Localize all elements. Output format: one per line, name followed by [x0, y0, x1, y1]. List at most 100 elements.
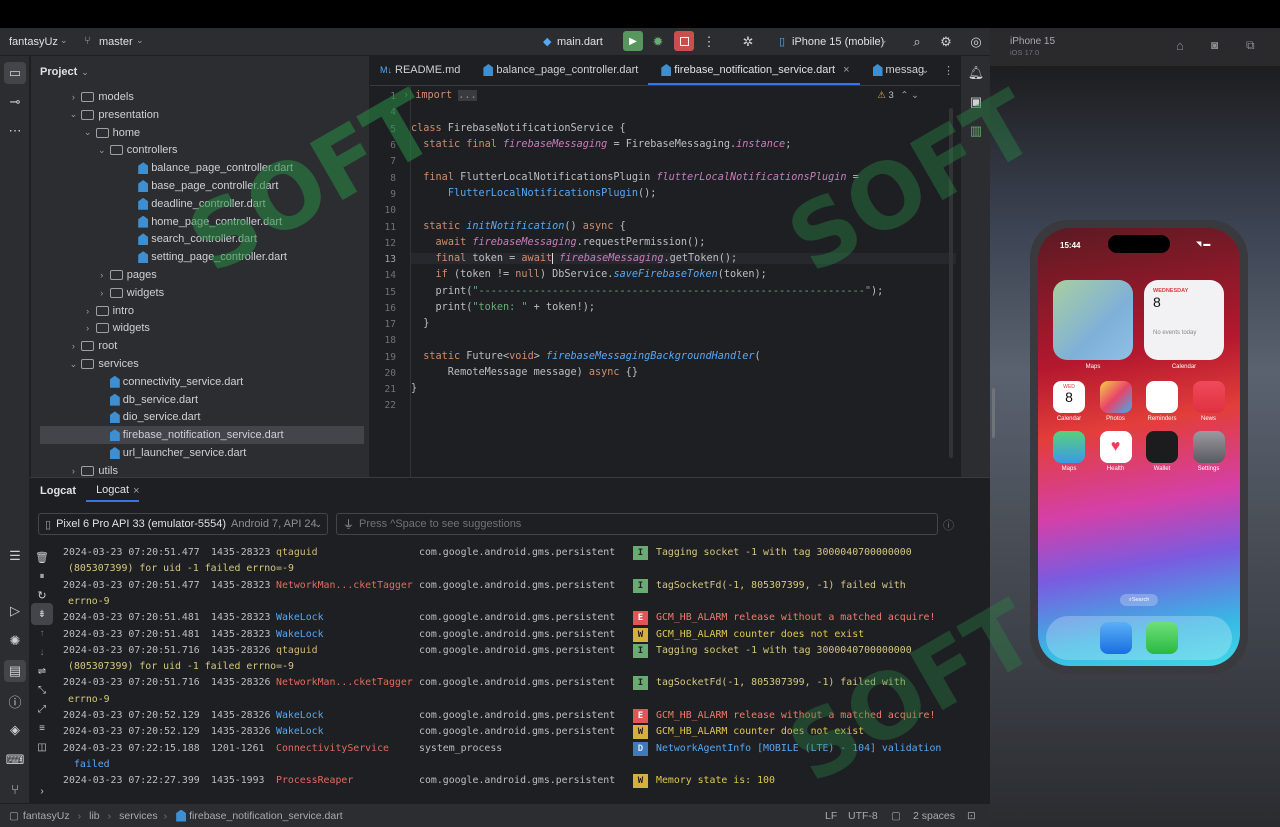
tree-file[interactable]: home_page_controller.dart [31, 213, 282, 231]
tree-file[interactable]: firebase_notification_service.dart [40, 426, 364, 445]
resize-handle[interactable] [992, 388, 995, 438]
tree-folder[interactable]: ⌄ home [31, 124, 140, 142]
tab-logcat[interactable]: Logcat [86, 484, 140, 502]
project-panel-header[interactable]: Project ⌄ [31, 56, 369, 88]
split-icon[interactable]: ◫ [31, 736, 53, 758]
more-tools-icon[interactable]: ⋯ [4, 120, 26, 142]
news-app-icon[interactable] [1192, 381, 1225, 413]
tree-folder[interactable]: › widgets [31, 284, 164, 302]
breadcrumb-services[interactable]: services [119, 810, 158, 822]
logcat-filter-input[interactable]: ⏚ Press ^Space to see suggestions [336, 513, 938, 535]
maps-widget[interactable] [1053, 280, 1133, 360]
chevron-down-icon[interactable]: ⌄ [97, 145, 107, 156]
code-area[interactable]: › import ... class FirebaseNotificationS… [403, 86, 956, 505]
spotlight-search[interactable]: ⌕ Search [1120, 594, 1158, 606]
more-icon[interactable]: ⋮ [943, 64, 954, 77]
tree-folder[interactable]: ⌄ presentation [31, 106, 159, 124]
screenshot-icon[interactable]: ◙ [1211, 38, 1218, 52]
chevron-right-icon[interactable]: › [83, 323, 93, 333]
tree-file[interactable]: connectivity_service.dart [31, 373, 243, 391]
tree-folder[interactable]: › root [31, 337, 117, 355]
device-manager-icon[interactable]: ▣ [965, 91, 987, 113]
tabs-dropdown-icon[interactable]: ⌄ [921, 65, 929, 76]
flutter-inspector-icon[interactable]: ◈ [4, 719, 26, 741]
run-tool-icon[interactable]: ▷ [4, 600, 26, 622]
lock-icon[interactable]: ⊡ [967, 810, 976, 822]
home-icon[interactable]: ⌂ [1176, 38, 1184, 53]
calendar-widget[interactable]: WEDNESDAY 8 No events today [1144, 280, 1224, 360]
reminders-app-icon[interactable] [1146, 381, 1178, 413]
chevron-down-icon[interactable]: ⌄ [68, 109, 78, 120]
tab-balance-controller[interactable]: balance_page_controller.dart [470, 55, 648, 85]
stop-button[interactable] [674, 31, 694, 51]
gear-icon[interactable]: ⚙ [935, 31, 957, 53]
health-app-icon[interactable]: ♥ [1099, 431, 1132, 463]
emulator-icon[interactable]: ▥ [965, 120, 987, 142]
chevron-right-icon[interactable]: › [68, 341, 78, 351]
vcs-icon[interactable]: ⑂ [4, 778, 26, 800]
debug-tool-icon[interactable]: ✺ [4, 630, 26, 652]
chevron-down-icon[interactable]: ⌄ [68, 359, 78, 370]
tree-file[interactable]: setting_page_controller.dart [31, 248, 287, 266]
help-icon[interactable]: ⓘ [943, 517, 954, 533]
expand-icon[interactable]: › [31, 780, 53, 802]
tree-file[interactable]: base_page_controller.dart [31, 177, 278, 195]
breadcrumb-project[interactable]: fantasyUz [23, 810, 70, 822]
tree-file[interactable]: balance_page_controller.dart [31, 159, 293, 177]
chevron-down-icon[interactable]: ⌄ [83, 127, 93, 138]
tree-folder[interactable]: › models [31, 88, 134, 106]
more-icon[interactable]: ⋮ [698, 31, 720, 53]
wallet-app-icon[interactable] [1146, 431, 1178, 463]
device-dropdown[interactable]: ▯ Pixel 6 Pro API 33 (emulator-5554) And… [38, 513, 328, 535]
search-icon[interactable]: ⌕ [906, 31, 928, 53]
tree-file[interactable]: url_launcher_service.dart [31, 444, 246, 462]
notifications-icon[interactable]: 🔔︎ [965, 62, 987, 84]
tab-firebase-service[interactable]: firebase_notification_service.dart × [648, 55, 860, 85]
file-encoding[interactable]: UTF-8 [848, 810, 878, 822]
chevron-right-icon[interactable]: › [68, 466, 78, 476]
breadcrumb-file[interactable]: firebase_notification_service.dart [189, 810, 343, 822]
device-selector[interactable]: iPhone 15 (mobile) [792, 36, 884, 48]
problems-icon[interactable]: ⓘ [4, 690, 26, 712]
warnings-indicator[interactable]: ⚠ 3 ⌃ ⌄ [877, 90, 919, 101]
photos-app-icon[interactable] [1099, 381, 1132, 413]
chevron-right-icon[interactable]: › [83, 306, 93, 316]
editor-scrollbar[interactable] [949, 108, 953, 458]
indent-setting[interactable]: 2 spaces [913, 810, 955, 822]
branch-selector[interactable]: master [99, 36, 133, 48]
terminal-icon[interactable]: ⌨ [4, 749, 26, 771]
tree-file[interactable]: search_controller.dart [31, 230, 257, 248]
close-icon[interactable]: × [133, 485, 139, 497]
run-config-selector[interactable]: main.dart [557, 36, 603, 48]
calendar-app-icon[interactable]: WED 8 [1053, 381, 1085, 413]
tree-folder[interactable]: ⌄ services [31, 355, 139, 373]
close-icon[interactable]: × [843, 64, 849, 76]
commit-icon[interactable]: ⊸ [4, 91, 26, 113]
folder-icon[interactable]: ▭ [4, 62, 26, 84]
debug-icon[interactable]: ✹ [647, 31, 669, 53]
tree-folder[interactable]: › intro [31, 302, 134, 320]
settings-app-icon[interactable] [1192, 431, 1225, 463]
tree-file[interactable]: deadline_controller.dart [31, 195, 266, 213]
breadcrumb-lib[interactable]: lib [89, 810, 100, 822]
tree-folder[interactable]: › widgets [31, 319, 150, 337]
project-selector[interactable]: fantasyUz [9, 36, 58, 48]
run-button[interactable]: ▶ [623, 31, 643, 51]
tree-folder[interactable]: › pages [31, 266, 156, 284]
tree-folder[interactable]: ⌄ controllers [31, 141, 178, 159]
bug-icon[interactable]: ✲ [737, 31, 759, 53]
tab-readme[interactable]: M↓ README.md [370, 55, 470, 85]
chevron-right-icon[interactable]: › [97, 288, 107, 298]
chevron-right-icon[interactable]: › [68, 92, 78, 102]
rotate-icon[interactable]: ⧉ [1246, 38, 1255, 53]
chevron-right-icon[interactable]: › [97, 270, 107, 280]
logcat-icon[interactable]: ▤ [4, 660, 26, 682]
tree-file[interactable]: dio_service.dart [31, 408, 200, 426]
account-icon[interactable]: ◎ [965, 31, 987, 53]
readonly-icon[interactable]: ▢ [891, 810, 901, 822]
tree-file[interactable]: db_service.dart [31, 391, 198, 409]
messages-icon[interactable] [1146, 622, 1178, 654]
maps-app-icon[interactable] [1053, 431, 1085, 463]
safari-icon[interactable] [1100, 622, 1132, 654]
iphone-screen[interactable]: 15:44 ◥ ▬ Maps WEDNESDAY 8 No events tod… [1038, 228, 1240, 666]
